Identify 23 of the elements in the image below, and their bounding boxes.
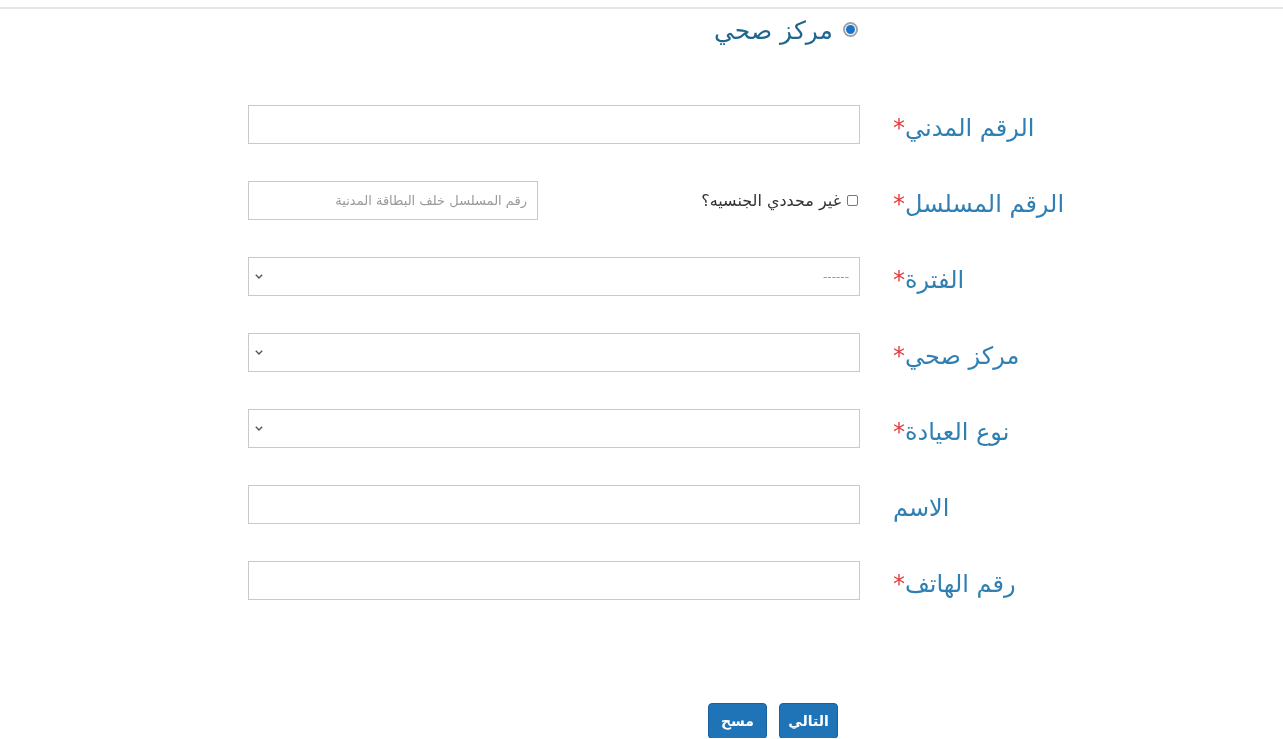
field-label: نوع العيادة* xyxy=(893,418,1010,446)
field-label: مركز صحي* xyxy=(893,342,1020,370)
field-label: الرقم المدني* xyxy=(893,114,1035,142)
checkbox[interactable] xyxy=(847,195,858,206)
form-button[interactable]: مسح xyxy=(708,703,767,738)
dropdown[interactable]: ------ xyxy=(248,257,860,296)
text-field[interactable] xyxy=(248,561,860,600)
text-field[interactable] xyxy=(248,105,860,144)
chevron-down-icon xyxy=(255,274,263,279)
radio-button[interactable] xyxy=(843,22,858,37)
field-label: الاسم xyxy=(893,494,950,522)
text-field[interactable]: رقم المسلسل خلف البطاقة المدنية xyxy=(248,181,538,220)
chevron-down-icon xyxy=(255,426,263,431)
checkbox-label[interactable]: غير محددي الجنسيه؟ xyxy=(701,191,841,210)
text-field[interactable] xyxy=(248,485,860,524)
field-label: الفترة* xyxy=(893,266,965,294)
field-label: رقم الهاتف* xyxy=(893,570,1016,598)
form-button[interactable]: التالي xyxy=(779,703,838,738)
dropdown[interactable] xyxy=(248,409,860,448)
chevron-down-icon xyxy=(255,350,263,355)
field-label: الرقم المسلسل* xyxy=(893,190,1065,218)
dropdown[interactable] xyxy=(248,333,860,372)
radio-label[interactable]: مركز صحي xyxy=(713,13,833,49)
